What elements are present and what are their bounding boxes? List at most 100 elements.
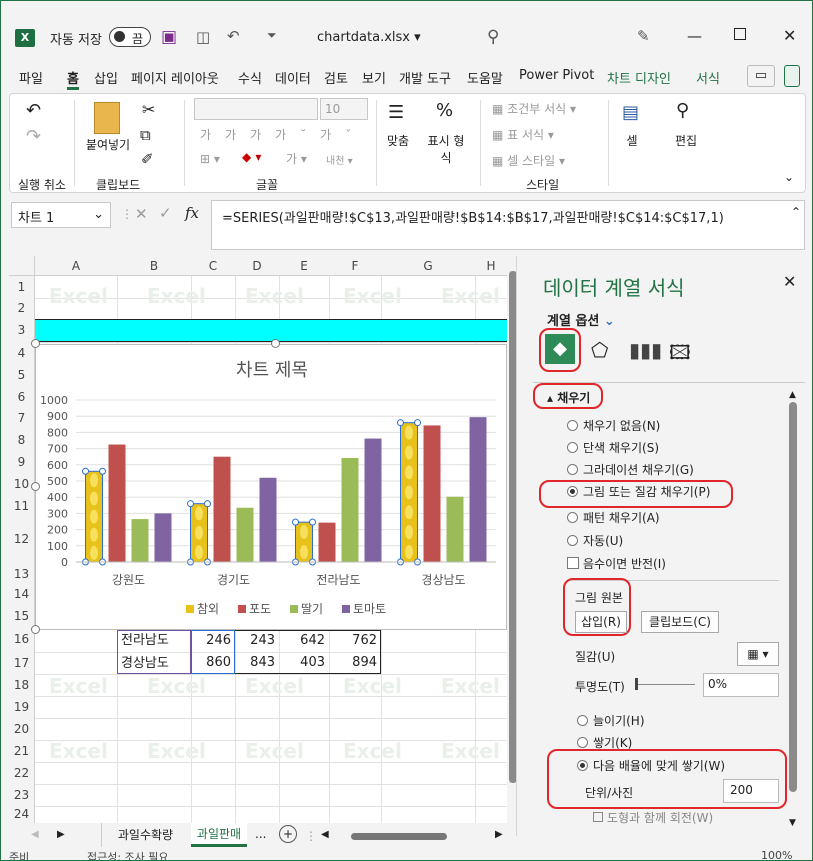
series-options-icon[interactable]: ▮▮▮ xyxy=(629,338,662,362)
column-header[interactable]: B xyxy=(117,256,191,276)
insert-function-icon[interactable]: fx xyxy=(185,204,199,222)
table-cell[interactable]: 경상남도 xyxy=(117,652,189,671)
bar-pattern-mark[interactable] xyxy=(195,506,203,521)
cells-button[interactable]: 셀 xyxy=(614,132,650,149)
row-header[interactable]: 9 xyxy=(9,451,35,473)
unit-input[interactable]: 200 xyxy=(723,779,779,803)
row-header[interactable]: 13 xyxy=(9,561,35,583)
table-cell[interactable]: 762 xyxy=(329,633,381,648)
undo-icon[interactable]: ↶ xyxy=(227,27,240,45)
find-icon[interactable]: ⚲ xyxy=(676,100,689,121)
row-header[interactable]: 19 xyxy=(9,696,35,718)
scroll-left-icon[interactable]: ◀ xyxy=(321,829,329,840)
legend-swatch[interactable] xyxy=(290,605,298,613)
row-header[interactable]: 14 xyxy=(9,583,35,605)
scroll-right-icon[interactable]: ▶ xyxy=(495,829,503,840)
tab-formulas[interactable]: 수식 xyxy=(238,68,262,90)
undo-icon[interactable]: ↶ xyxy=(26,100,41,121)
close-icon[interactable]: ✕ xyxy=(783,26,796,45)
bar-딸기[interactable] xyxy=(341,457,359,562)
column-header[interactable]: E xyxy=(279,256,329,276)
row-header[interactable]: 17 xyxy=(9,652,35,674)
row-header[interactable]: 3 xyxy=(9,319,35,342)
bar-pattern-mark[interactable] xyxy=(195,525,203,540)
slider-thumb[interactable] xyxy=(635,678,638,690)
number-format-button[interactable]: 표시 형식 xyxy=(424,132,468,166)
file-name[interactable]: chartdata.xlsx ▾ xyxy=(317,30,421,45)
pane-scroll-down-icon[interactable]: ▼ xyxy=(789,818,796,828)
cut-icon[interactable]: ✂ xyxy=(142,100,155,119)
selection-handle[interactable] xyxy=(292,518,299,526)
accessibility-status[interactable]: 접근성: 조사 필요 xyxy=(87,849,169,860)
bar-pattern-mark[interactable] xyxy=(195,545,203,560)
border-icon[interactable]: ⊞ ▾ xyxy=(200,152,220,166)
tab-home[interactable]: 홈 xyxy=(67,68,79,90)
chart[interactable]: 차트 제목 1000 900 800 700 600 500 400 300 200 100 0 강원도… xyxy=(35,344,507,630)
table-cell[interactable]: 243 xyxy=(235,633,279,648)
texture-dropdown[interactable]: ▦ ▾ xyxy=(737,642,779,666)
expand-formula-icon[interactable]: ⌃ xyxy=(791,205,801,219)
legend-swatch[interactable] xyxy=(342,605,350,613)
bar-pattern-mark[interactable] xyxy=(90,509,98,524)
align-icon[interactable]: ☰ xyxy=(388,102,404,123)
prev-sheet-icon[interactable]: ◀ xyxy=(31,829,39,840)
picture-fill-radio[interactable] xyxy=(567,486,578,497)
maximize-icon[interactable] xyxy=(734,28,746,40)
row-header[interactable]: 12 xyxy=(9,517,35,561)
row-header[interactable]: 2 xyxy=(9,298,35,319)
row-header[interactable]: 15 xyxy=(9,605,35,627)
row-header[interactable]: 8 xyxy=(9,429,35,451)
add-sheet-button[interactable]: + xyxy=(279,825,297,843)
column-header[interactable]: H xyxy=(475,256,507,276)
font-size-combo[interactable]: 10 xyxy=(320,98,368,120)
bar-pattern-mark[interactable] xyxy=(300,545,308,560)
name-box[interactable]: 차트 1 ⌄ xyxy=(11,202,111,228)
bar-토마토[interactable] xyxy=(259,477,277,562)
bar-pattern-mark[interactable] xyxy=(90,545,98,560)
column-header[interactable]: A xyxy=(35,256,117,276)
paste-button[interactable]: 붙여넣기 xyxy=(82,136,134,153)
autosave-toggle[interactable]: 끔 xyxy=(109,27,151,47)
sheet-tab-active[interactable]: 과일판매 xyxy=(191,823,247,847)
horizontal-scrollbar[interactable] xyxy=(351,833,447,840)
picture-icon[interactable]: 🖾 xyxy=(669,338,691,372)
invert-checkbox[interactable] xyxy=(567,557,579,569)
legend-swatch[interactable] xyxy=(186,605,194,613)
stretch-radio[interactable] xyxy=(577,715,588,726)
pane-scrollbar[interactable] xyxy=(789,402,797,792)
percent-icon[interactable]: % xyxy=(436,100,453,121)
selection-handle[interactable] xyxy=(414,419,421,427)
tab-developer[interactable]: 개발 도구 xyxy=(399,68,451,90)
tab-review[interactable]: 검토 xyxy=(324,68,348,90)
no-fill-radio[interactable] xyxy=(567,420,578,431)
column-header[interactable]: D xyxy=(235,256,279,276)
solid-fill-radio[interactable] xyxy=(567,442,578,453)
bar-토마토[interactable] xyxy=(154,513,172,562)
customize-icon[interactable]: ⏷ xyxy=(267,28,277,43)
minimize-icon[interactable]: — xyxy=(687,27,702,45)
bar-pattern-mark[interactable] xyxy=(90,527,98,542)
bar-pattern-mark[interactable] xyxy=(90,491,98,506)
tab-view[interactable]: 보기 xyxy=(362,68,386,90)
table-cell[interactable]: 843 xyxy=(235,655,279,670)
bar-포도[interactable] xyxy=(108,444,126,562)
selection-handle[interactable] xyxy=(309,518,316,526)
fill-section-header[interactable]: ▴ 채우기 xyxy=(547,389,590,406)
legend-swatch[interactable] xyxy=(238,605,246,613)
table-cell[interactable]: 642 xyxy=(279,633,329,648)
row-header[interactable]: 6 xyxy=(9,386,35,408)
copy-icon[interactable]: ⧉ xyxy=(140,126,151,144)
redo-icon[interactable]: ↷ xyxy=(26,126,41,147)
row-header[interactable]: 20 xyxy=(9,718,35,740)
tab-power-pivot[interactable]: Power Pivot xyxy=(519,68,594,90)
collapse-ribbon-icon[interactable]: ⌄ xyxy=(784,170,794,184)
row-header[interactable]: 22 xyxy=(9,762,35,784)
table-cell[interactable]: 246 xyxy=(191,633,235,648)
more-sheets[interactable]: ... xyxy=(255,827,266,841)
selection-handle[interactable] xyxy=(187,500,194,508)
column-header[interactable]: G xyxy=(381,256,475,276)
bar-pattern-mark[interactable] xyxy=(405,465,413,480)
table-cell[interactable]: 894 xyxy=(329,655,381,670)
row-header[interactable]: 24 xyxy=(9,806,35,823)
column-header[interactable]: C xyxy=(191,256,235,276)
